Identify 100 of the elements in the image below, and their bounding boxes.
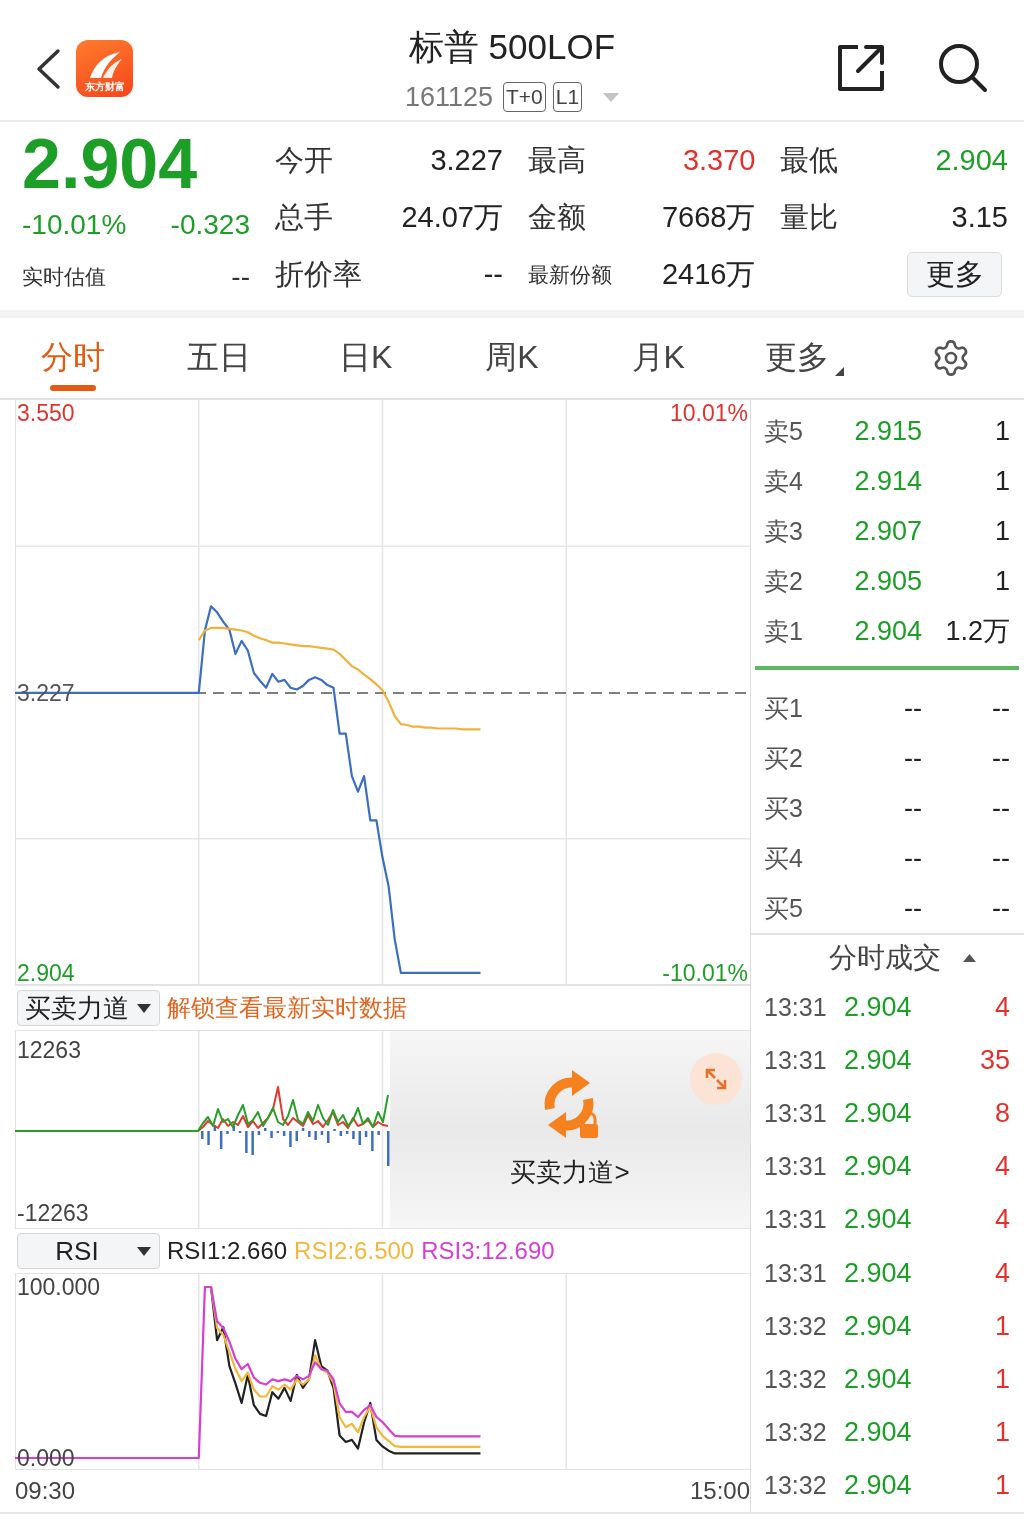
order-level-label: 买2 — [764, 742, 804, 774]
force-bar — [377, 1131, 380, 1135]
force-bar — [358, 1131, 361, 1145]
back-icon[interactable] — [35, 47, 61, 90]
order-price: -- — [904, 742, 922, 774]
arrow-out-of-box-icon[interactable] — [836, 43, 886, 93]
axis-label: 12263 — [17, 1037, 81, 1063]
order-volume: 1 — [994, 515, 1010, 547]
order-level-label: 买5 — [764, 892, 804, 924]
stat-label: 最高 — [527, 142, 586, 178]
axis-label: 2.904 — [17, 959, 75, 985]
order-level-label: 买3 — [764, 792, 804, 824]
trade-time: 13:32 — [764, 1311, 828, 1341]
trade-price: 2.904 — [844, 1204, 912, 1236]
order-level-label: 买1 — [764, 692, 804, 724]
order-price: 2.907 — [854, 515, 922, 547]
force-bar — [327, 1131, 330, 1143]
more-button[interactable]: 更多 — [907, 252, 1002, 297]
force-bar — [219, 1131, 223, 1149]
force-bar — [282, 1131, 286, 1136]
force-bar — [364, 1131, 368, 1137]
stat-value: -- — [483, 258, 503, 291]
stat-value: 3.15 — [951, 201, 1008, 234]
order-volume: 1 — [994, 565, 1010, 597]
legend-text: RSI2:6.500 — [294, 1237, 415, 1265]
chart-tab[interactable]: 周K — [479, 318, 545, 398]
stat-label: 金额 — [527, 199, 586, 235]
trade-volume: 4 — [994, 1151, 1010, 1183]
order-price: -- — [904, 692, 922, 724]
indicator-dropdown[interactable]: 买卖力道 — [17, 990, 160, 1026]
axis-label: 100.000 — [17, 1274, 101, 1300]
force-bar — [251, 1131, 254, 1155]
order-volume: 1 — [994, 465, 1010, 497]
trade-volume: 35 — [979, 1045, 1010, 1077]
chart-tab[interactable]: 五日 — [181, 318, 258, 398]
caret-up-icon[interactable] — [963, 954, 976, 962]
order-price: 2.904 — [854, 615, 922, 647]
force-bar — [289, 1131, 292, 1147]
force-bar — [245, 1131, 248, 1153]
time-label: 15:00 — [689, 1477, 750, 1505]
chart-tab[interactable]: 月K — [625, 318, 691, 398]
force-bar — [201, 1131, 204, 1139]
order-volume: -- — [992, 842, 1010, 874]
tag-badge: L1 — [552, 82, 583, 112]
caret-down-icon[interactable] — [137, 1246, 151, 1256]
force-bar — [308, 1131, 311, 1137]
chart-tab[interactable]: 分时 — [35, 318, 112, 398]
axis-label: -12263 — [17, 1200, 89, 1226]
search-icon[interactable] — [938, 43, 988, 93]
order-volume: -- — [992, 692, 1010, 724]
indicator-dropdown[interactable]: RSI — [17, 1233, 160, 1269]
order-level-label: 卖5 — [764, 415, 804, 447]
stat-label: 量比 — [780, 199, 838, 235]
trade-time: 13:31 — [764, 1205, 828, 1235]
chart-tab[interactable]: 日K — [333, 318, 399, 398]
percent-label: 10.01% — [670, 400, 748, 426]
force-bar — [352, 1131, 355, 1139]
trade-time: 13:31 — [764, 1046, 828, 1076]
order-volume: -- — [992, 892, 1010, 924]
logo-text: 东方财富 — [84, 81, 125, 92]
order-price: 2.915 — [854, 415, 922, 447]
trade-time: 13:31 — [764, 1099, 828, 1129]
trade-volume: 4 — [994, 1257, 1010, 1289]
trade-time: 13:32 — [764, 1364, 828, 1394]
stat-value: 7668万 — [662, 199, 756, 235]
order-price: -- — [904, 892, 922, 924]
force-bar — [232, 1126, 235, 1131]
estimate-label: 实时估值 — [22, 264, 106, 290]
estimate-value: -- — [231, 261, 250, 293]
trade-time: 13:32 — [764, 1470, 828, 1500]
percent-label: -10.01% — [662, 959, 748, 985]
expand-icon[interactable] — [690, 1053, 742, 1105]
order-price: -- — [904, 792, 922, 824]
stat-value: 3.227 — [430, 144, 503, 177]
force-bar — [345, 1131, 349, 1134]
force-bar — [270, 1131, 273, 1138]
force-bar — [226, 1131, 229, 1134]
trade-time: 13:32 — [764, 1417, 828, 1447]
trade-price: 2.904 — [844, 1363, 912, 1395]
order-level-label: 买4 — [764, 842, 804, 874]
trade-volume: 1 — [994, 1363, 1010, 1395]
stat-value: 24.07万 — [401, 199, 503, 235]
trade-price: 2.904 — [844, 1045, 912, 1077]
order-price: 2.914 — [854, 465, 922, 497]
caret-down-icon[interactable] — [137, 1004, 151, 1013]
time-label: 09:30 — [15, 1477, 76, 1505]
force-bar — [213, 1125, 217, 1131]
trade-price: 2.904 — [844, 1310, 912, 1342]
trade-time: 13:31 — [764, 1258, 828, 1288]
force-bar — [207, 1131, 210, 1145]
order-level-label: 卖3 — [764, 515, 804, 547]
trades-title: 分时成交 — [829, 941, 941, 975]
order-level-label: 卖2 — [764, 565, 804, 597]
legend-text: RSI3:12.690 — [421, 1237, 555, 1265]
chart-tab[interactable]: 更多 — [759, 318, 851, 398]
force-bar — [301, 1128, 305, 1131]
force-detail-link[interactable]: 买卖力道> — [510, 1155, 630, 1190]
stat-label: 折价率 — [275, 256, 362, 292]
force-bar — [339, 1131, 343, 1136]
last-price: 2.904 — [22, 129, 198, 199]
